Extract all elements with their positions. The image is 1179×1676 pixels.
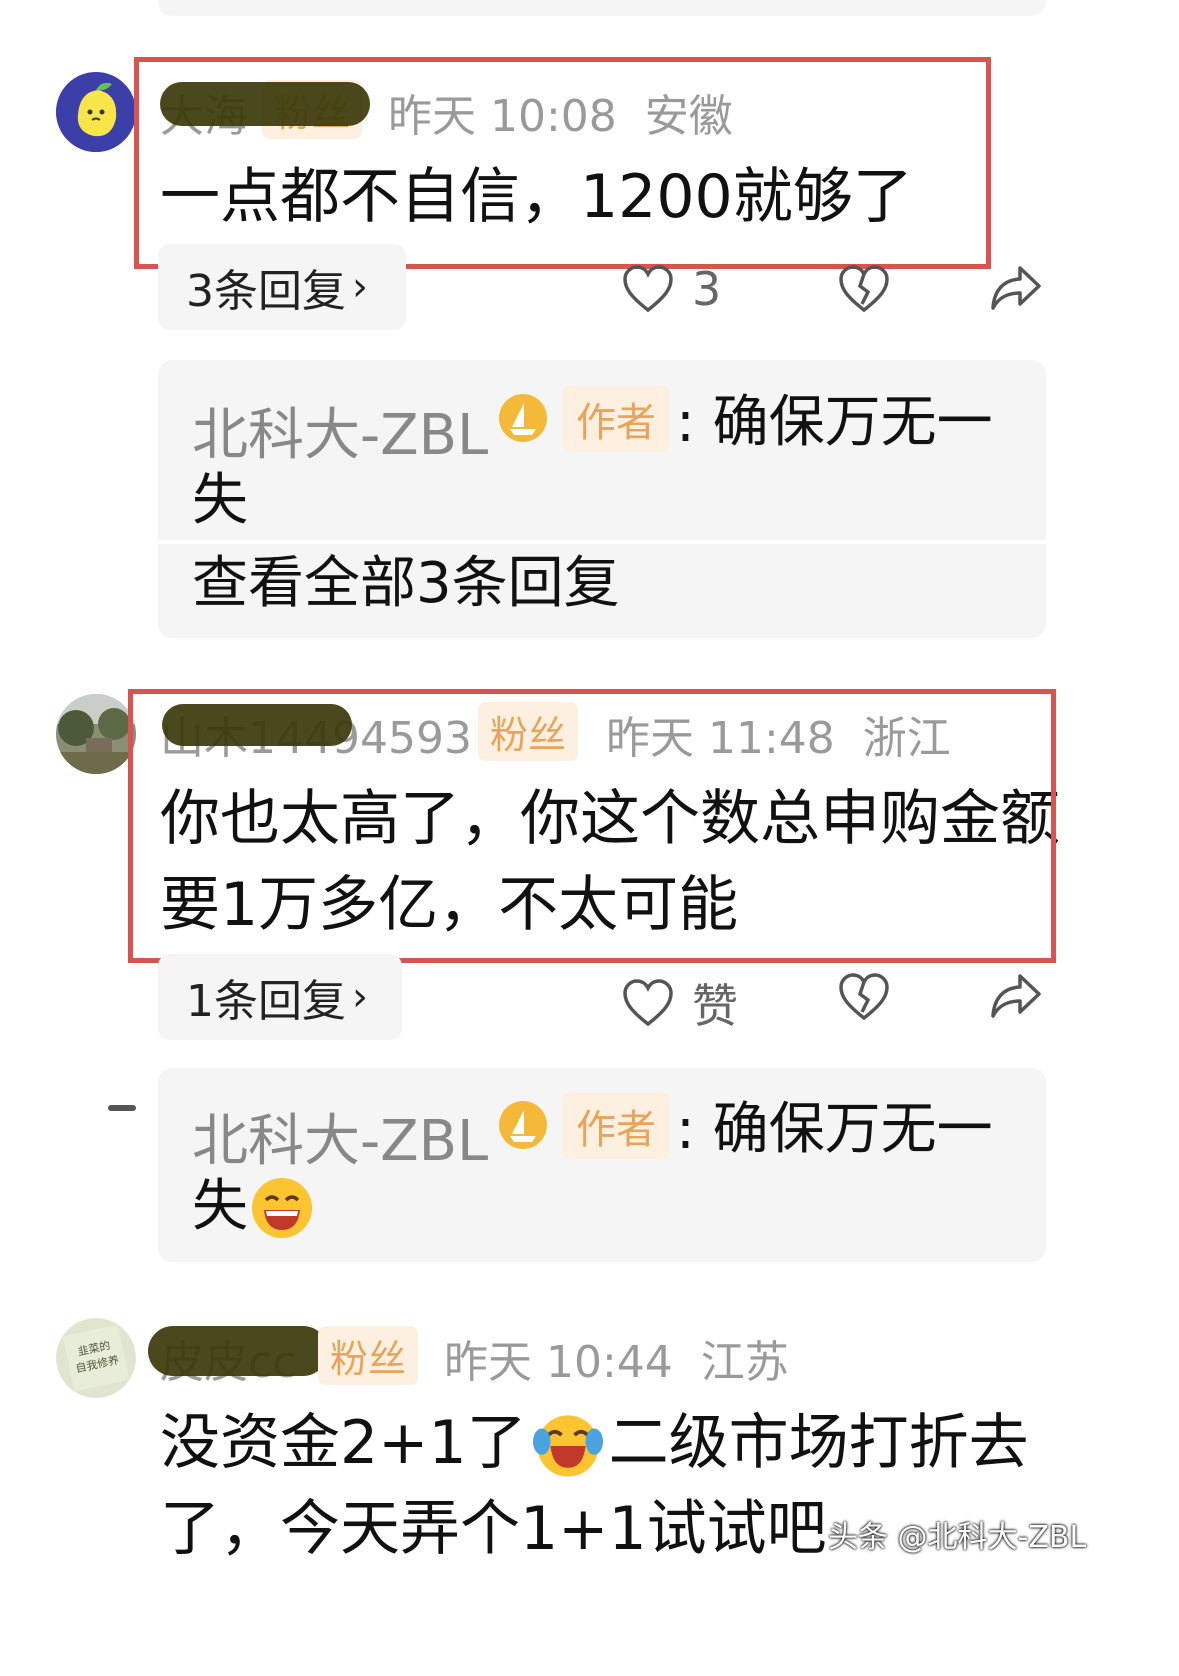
author-name[interactable]: 北科大-ZBL [192,1096,488,1177]
crown-icon [498,1100,548,1154]
dash-mark [108,1105,136,1111]
highlight-box [128,689,1056,963]
share-button[interactable] [990,972,1042,1024]
author-reply-text-line2: 失 [192,468,248,533]
fan-badge: 粉丝 [318,1326,419,1385]
share-icon [991,266,1041,310]
author-tag: 作者 [562,386,670,452]
comment-time: 昨天 10:44 江苏 [444,1337,789,1388]
replies-label: 1条回复 [186,976,346,1027]
tears-of-joy-emoji [532,1411,603,1481]
avatar[interactable] [56,72,136,152]
replies-label: 3条回复 [186,266,346,317]
avatar[interactable] [56,694,136,774]
dislike-button[interactable] [838,264,890,318]
crown-icon [498,393,548,447]
view-all-replies-link[interactable]: 查看全部3条回复 [192,543,620,625]
heart-icon [623,979,673,1027]
author-name-text: 北科大-ZBL [192,403,489,468]
watermark: 头条 @北科大-ZBL [828,1520,1087,1555]
book-avatar-icon: 韭菜的 自我修养 [56,1318,136,1398]
author-name-text: 北科大-ZBL [192,1109,489,1174]
author-reply-text-line2: 失 [192,1174,248,1239]
broken-heart-icon [839,973,889,1021]
comment-text-line2: 了，今天弄个1+1试试吧 [160,1494,827,1564]
chevron-right-icon: › [352,974,368,1020]
laughing-emoji [250,1176,314,1244]
heart-icon [623,265,673,313]
replies-button[interactable]: 3条回复 › [158,244,406,330]
author-name[interactable]: 北科大-ZBL [192,390,488,471]
name-redaction [148,1326,328,1376]
author-reply-text: : 确保万无一 [676,390,993,455]
landscape-avatar-icon [56,694,136,774]
chevron-right-icon: › [352,264,368,310]
share-button[interactable] [990,264,1042,316]
like-label: 赞 [692,979,738,1033]
share-icon [991,974,1041,1018]
like-button[interactable]: 3 [622,262,721,316]
previous-reply-box [158,0,1046,16]
avatar[interactable]: 韭菜的 自我修养 [56,1318,136,1398]
replies-button[interactable]: 1条回复 › [158,954,402,1040]
author-tag: 作者 [562,1093,670,1159]
broken-heart-icon [839,265,889,313]
like-button[interactable]: 赞 [622,970,738,1036]
lemon-avatar-icon [56,72,136,152]
like-count: 3 [692,262,722,316]
dislike-button[interactable] [838,972,890,1026]
comment-text-part: 没资金2+1了 [160,1408,527,1478]
comment-text-part: 二级市场打折去 [608,1408,1029,1478]
author-reply-text: : 确保万无一 [676,1097,993,1162]
highlight-box [134,57,991,269]
comment-text: 没资金2+1了 二级市场打折去 [160,1396,1029,1490]
